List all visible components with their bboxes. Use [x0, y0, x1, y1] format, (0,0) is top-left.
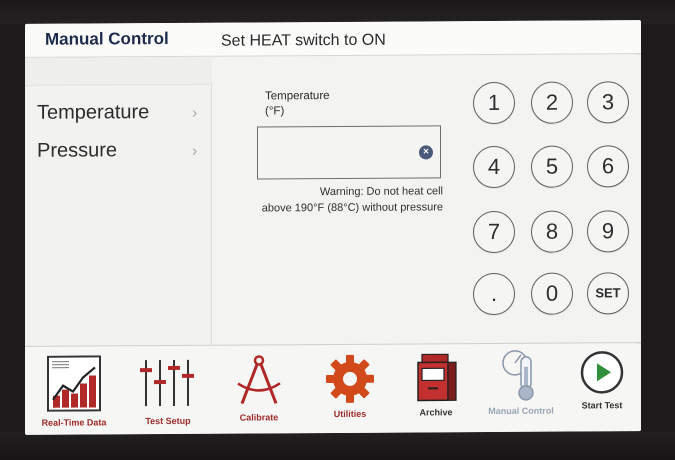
manual-control-button[interactable]: Manual Control [481, 344, 561, 433]
compass-icon [237, 355, 281, 405]
archive-button[interactable]: Archive [401, 344, 471, 433]
key-9[interactable]: 9 [587, 210, 629, 253]
touch-screen: Manual Control Set HEAT switch to ON Tem… [25, 20, 641, 435]
warning-line: above 190°F (88°C) without pressure [261, 201, 443, 215]
temperature-input[interactable]: × [257, 125, 441, 180]
utilities-button[interactable]: Utilities [311, 345, 389, 434]
menu-item-temperature[interactable]: Temperature › [25, 95, 212, 130]
key-4[interactable]: 4 [473, 145, 515, 189]
menu-item-pressure[interactable]: Pressure › [25, 133, 212, 168]
parameter-menu: Temperature › Pressure › [25, 56, 212, 346]
device-bezel-bottom [0, 432, 675, 460]
play-icon [580, 351, 624, 394]
file-cabinet-icon [417, 353, 457, 402]
field-label-name: Temperature [265, 90, 330, 103]
key-2[interactable]: 2 [531, 81, 573, 124]
chart-icon [47, 355, 101, 412]
close-icon[interactable]: × [419, 145, 433, 160]
bottom-toolbar: Real-Time Data Test Setup Calibrate Util… [25, 342, 641, 435]
warning-line: Warning: Do not heat cell [319, 185, 443, 199]
key-0[interactable]: 0 [531, 272, 573, 315]
toolbar-label: Real-Time Data [41, 417, 107, 428]
key-8[interactable]: 8 [531, 210, 573, 253]
menu-item-label: Temperature [37, 101, 150, 124]
toolbar-label: Start Test [581, 400, 623, 411]
heat-warning: Warning: Do not heat cell above 190°F (8… [247, 183, 443, 216]
toolbar-label: Test Setup [145, 415, 191, 427]
key-6[interactable]: 6 [587, 145, 629, 188]
test-setup-button[interactable]: Test Setup [129, 346, 207, 435]
header-bar: Manual Control Set HEAT switch to ON [25, 20, 641, 58]
sliders-icon [140, 359, 194, 407]
menu-item-label: Pressure [37, 139, 118, 162]
key-5[interactable]: 5 [531, 145, 573, 188]
toolbar-label: Archive [419, 407, 453, 418]
calibrate-button[interactable]: Calibrate [219, 345, 299, 434]
chevron-right-icon: › [192, 104, 198, 122]
chevron-right-icon: › [192, 142, 198, 160]
temperature-field-label: Temperature (°F) [265, 89, 330, 119]
page-title: Manual Control [45, 29, 169, 49]
toolbar-label: Calibrate [239, 412, 279, 423]
real-time-data-button[interactable]: Real-Time Data [31, 346, 117, 435]
key-decimal[interactable]: . [473, 272, 515, 316]
gear-icon [326, 354, 374, 403]
menu-top-strip [25, 56, 212, 86]
thermometer-icon [502, 350, 534, 401]
start-test-button[interactable]: Start Test [569, 343, 635, 432]
field-label-unit: (°F) [265, 105, 285, 118]
toolbar-label: Manual Control [488, 405, 554, 417]
status-message: Set HEAT switch to ON [221, 31, 386, 50]
set-button[interactable]: SET [587, 272, 629, 315]
toolbar-label: Utilities [333, 408, 367, 419]
key-1[interactable]: 1 [473, 81, 515, 125]
key-3[interactable]: 3 [587, 81, 629, 124]
key-7[interactable]: 7 [473, 210, 515, 254]
